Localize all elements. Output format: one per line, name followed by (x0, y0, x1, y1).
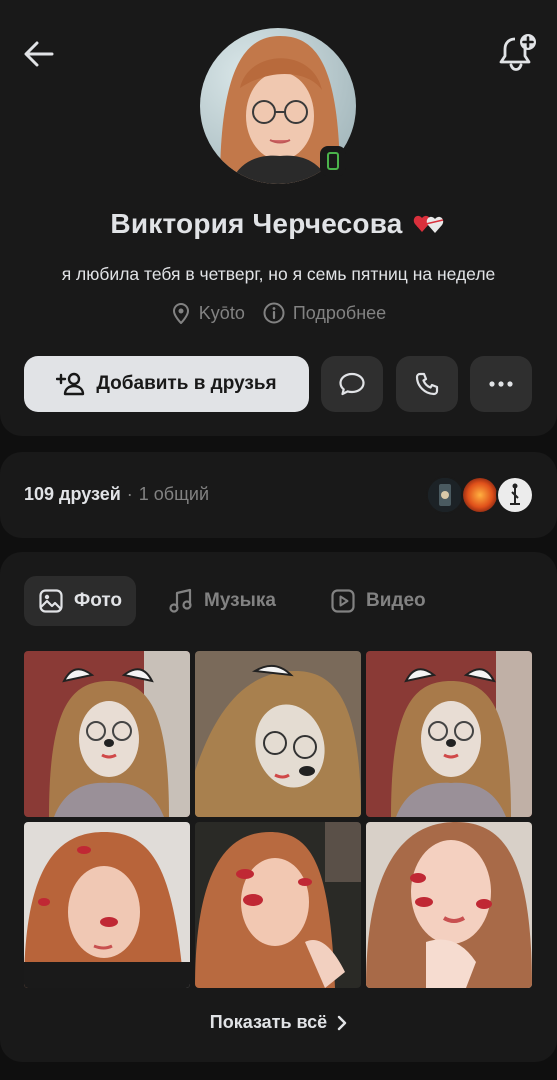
tab-video-label: Видео (366, 590, 426, 611)
friends-separator: · (126, 484, 133, 504)
message-button[interactable] (321, 356, 383, 412)
phone-icon (415, 372, 439, 396)
profile-name-row: Виктория Черчесова (0, 208, 557, 240)
photo-thumbnail[interactable] (366, 822, 532, 988)
tab-photo[interactable]: Фото (24, 576, 137, 626)
location-item: Kyōto (171, 302, 245, 324)
friends-count: 109 друзей (24, 484, 121, 504)
details-link[interactable]: Подробнее (263, 302, 386, 324)
chevron-right-icon (338, 1015, 347, 1030)
location-pin-icon (172, 303, 189, 324)
details-label: Подробнее (292, 302, 387, 323)
friend-avatar[interactable] (461, 476, 499, 514)
profile-meta-row: Kyōto Подробнее (0, 302, 557, 324)
message-icon (339, 372, 365, 396)
add-friend-label: Добавить в друзья (96, 373, 277, 394)
show-all-label: Показать всё (209, 1012, 328, 1032)
back-button[interactable] (16, 34, 62, 74)
info-circle-icon (263, 302, 285, 324)
play-square-icon (331, 589, 355, 613)
more-button[interactable] (470, 356, 532, 412)
tab-photo-label: Фото (74, 590, 123, 611)
tab-music-label: Музыка (204, 590, 276, 611)
friends-mutual: 1 общий (138, 484, 210, 504)
photo-thumbnail[interactable] (24, 651, 190, 817)
friend-avatar[interactable] (496, 476, 534, 514)
photo-thumbnail[interactable] (366, 651, 532, 817)
add-friend-button[interactable]: Добавить в друзья (24, 356, 309, 412)
show-all-button[interactable]: Показать всё (0, 1012, 557, 1033)
tab-music[interactable]: Музыка (154, 576, 290, 626)
call-button[interactable] (396, 356, 458, 412)
user-add-icon (56, 372, 85, 396)
tab-video[interactable]: Видео (316, 576, 440, 626)
more-horizontal-icon (489, 381, 513, 387)
profile-name: Виктория Черчесова (110, 208, 403, 239)
bell-plus-icon (499, 34, 536, 71)
hearts-emoji-icon (413, 215, 443, 233)
arrow-left-icon (24, 41, 54, 67)
photo-thumbnail[interactable] (195, 651, 361, 817)
friends-summary[interactable]: 109 друзей · 1 общий (24, 484, 209, 505)
friend-avatar[interactable] (426, 476, 464, 514)
photo-thumbnail[interactable] (195, 822, 361, 988)
image-icon (39, 589, 63, 613)
music-note-icon (169, 588, 192, 613)
location-label: Kyōto (198, 302, 245, 323)
photo-thumbnail[interactable] (24, 822, 190, 988)
mobile-online-icon (320, 146, 346, 176)
notifications-bell-button[interactable] (492, 30, 544, 76)
profile-status: я любила тебя в четверг, но я семь пятни… (61, 264, 496, 284)
